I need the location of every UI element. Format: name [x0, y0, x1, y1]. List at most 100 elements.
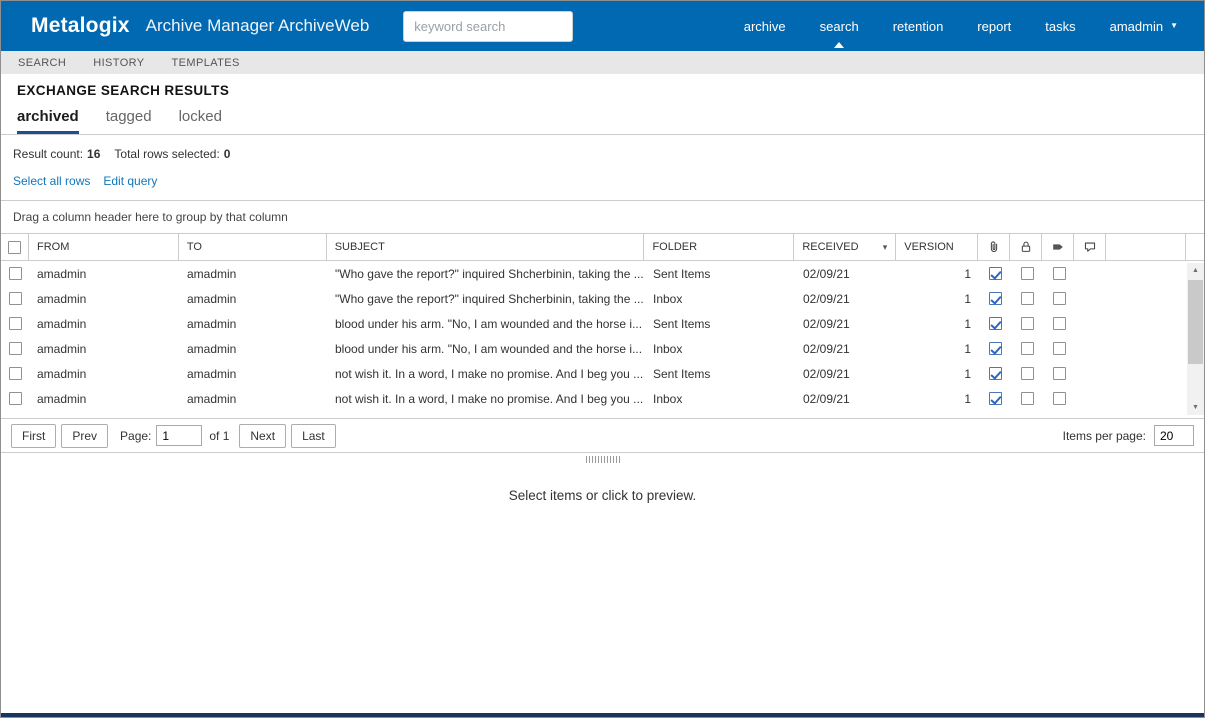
pagination-bar: First Prev Page: of 1 Next Last Items pe… [1, 419, 1204, 453]
row-checkbox[interactable] [8, 392, 22, 405]
column-header-folder[interactable]: FOLDER [644, 234, 795, 260]
lock-checkbox[interactable] [1020, 367, 1034, 380]
preview-placeholder: Select items or click to preview. [508, 488, 697, 503]
tag-icon [1052, 244, 1063, 250]
tab-archived[interactable]: archived [17, 108, 79, 134]
table-row[interactable]: amadmin amadmin not wish it. In a word, … [1, 361, 1204, 386]
table-row[interactable]: amadmin amadmin blood under his arm. "No… [1, 311, 1204, 336]
nav-item-tasks[interactable]: tasks [1043, 13, 1077, 40]
cell-to: amadmin [187, 366, 237, 381]
preview-pane: Select items or click to preview. [1, 466, 1204, 717]
tag-checkbox[interactable] [1052, 292, 1066, 305]
cell-subject: not wish it. In a word, I make no promis… [335, 366, 644, 381]
column-header-version[interactable]: VERSION [896, 234, 979, 260]
results-summary: Result count: 16 Total rows selected: 0 Se… [1, 135, 1204, 201]
nav-item-archive[interactable]: archive [742, 13, 788, 40]
cell-received: 02/09/21 [803, 341, 850, 356]
select-all-checkbox[interactable] [7, 240, 21, 254]
column-header-received[interactable]: RECEIVED ▾ [794, 234, 897, 260]
sub-navigation: SEARCH HISTORY TEMPLATES [1, 51, 1204, 74]
row-checkbox[interactable] [8, 367, 22, 380]
cell-to: amadmin [187, 341, 237, 356]
scrollbar-up-arrow-icon[interactable]: ▲ [1187, 263, 1204, 278]
splitter-handle[interactable] [585, 456, 620, 463]
attachment-checkbox[interactable] [988, 367, 1002, 380]
cell-folder: Sent Items [653, 266, 711, 281]
column-header-from[interactable]: FROM [29, 234, 179, 260]
lock-checkbox[interactable] [1020, 292, 1034, 305]
cell-from: amadmin [37, 291, 87, 306]
scrollbar-down-arrow-icon[interactable]: ▼ [1187, 400, 1204, 415]
table-body: amadmin amadmin "Who gave the report?" i… [1, 261, 1204, 419]
page-number-input[interactable] [156, 425, 203, 446]
cell-subject: "Who gave the report?" inquired Shcherbi… [335, 291, 644, 306]
cell-subject: blood under his arm. "No, I am wounded a… [335, 316, 643, 331]
received-filter-caret-icon[interactable]: ▾ [883, 242, 888, 253]
cell-from: amadmin [37, 391, 87, 406]
row-checkbox[interactable] [8, 267, 22, 280]
tag-checkbox[interactable] [1052, 317, 1066, 330]
keyword-search-input[interactable] [403, 10, 574, 42]
window-bottom-border [1, 713, 1204, 717]
tag-checkbox[interactable] [1052, 267, 1066, 280]
lock-icon [1021, 241, 1030, 252]
select-all-rows-link[interactable]: Select all rows [13, 174, 90, 188]
result-count-value: 16 [87, 147, 101, 161]
nav-item-retention[interactable]: retention [891, 13, 946, 40]
lock-checkbox[interactable] [1020, 342, 1034, 355]
rows-selected-value: 0 [223, 147, 231, 161]
subnav-item-templates[interactable]: TEMPLATES [172, 57, 240, 69]
vertical-scrollbar[interactable]: ▲ ▼ [1187, 263, 1204, 415]
cell-folder: Inbox [653, 341, 683, 356]
user-menu[interactable]: amadmin ▼ [1108, 13, 1180, 40]
attachment-checkbox[interactable] [988, 342, 1002, 355]
attachment-checkbox[interactable] [988, 392, 1002, 405]
table-row[interactable]: amadmin amadmin blood under his arm. "No… [1, 336, 1204, 361]
nav-item-search[interactable]: search [818, 13, 861, 48]
subnav-item-history[interactable]: HISTORY [93, 57, 144, 69]
row-checkbox[interactable] [8, 317, 22, 330]
first-page-button[interactable]: First [11, 423, 57, 448]
tag-checkbox[interactable] [1052, 392, 1066, 405]
column-header-lock[interactable] [1010, 234, 1043, 260]
scrollbar-thumb[interactable] [1188, 280, 1203, 364]
subnav-item-search[interactable]: SEARCH [18, 57, 66, 69]
column-header-comment[interactable] [1074, 234, 1107, 260]
column-header-to[interactable]: TO [179, 234, 327, 260]
group-by-drop-zone[interactable]: Drag a column header here to group by th… [1, 201, 1204, 234]
column-header-tag[interactable] [1042, 234, 1075, 260]
cell-received: 02/09/21 [803, 291, 850, 306]
cell-subject: blood under his arm. "No, I am wounded a… [335, 341, 643, 356]
cell-subject: "Who gave the report?" inquired Shcherbi… [335, 266, 644, 281]
table-row[interactable]: amadmin amadmin not wish it. In a word, … [1, 386, 1204, 411]
tab-tagged[interactable]: tagged [106, 108, 152, 134]
column-header-attachment[interactable] [978, 234, 1011, 260]
lock-checkbox[interactable] [1020, 267, 1034, 280]
result-tabs: archived tagged locked [1, 100, 1204, 135]
cell-to: amadmin [187, 291, 237, 306]
tag-checkbox[interactable] [1052, 342, 1066, 355]
lock-checkbox[interactable] [1020, 317, 1034, 330]
prev-page-button[interactable]: Prev [61, 423, 109, 448]
header-gap [1186, 234, 1204, 260]
table-row[interactable]: amadmin amadmin "Who gave the report?" i… [1, 261, 1204, 286]
tab-locked[interactable]: locked [179, 108, 222, 134]
cell-received: 02/09/21 [803, 316, 850, 331]
table-row[interactable]: amadmin amadmin "Who gave the report?" i… [1, 286, 1204, 311]
tag-checkbox[interactable] [1052, 367, 1066, 380]
last-page-button[interactable]: Last [291, 423, 336, 448]
next-page-button[interactable]: Next [239, 423, 287, 448]
column-header-subject[interactable]: SUBJECT [327, 234, 645, 260]
lock-checkbox[interactable] [1020, 392, 1034, 405]
nav-item-report[interactable]: report [975, 13, 1013, 40]
edit-query-link[interactable]: Edit query [103, 174, 157, 188]
attachment-checkbox[interactable] [988, 292, 1002, 305]
row-checkbox[interactable] [8, 292, 22, 305]
cell-folder: Inbox [653, 391, 683, 406]
row-checkbox[interactable] [8, 342, 22, 355]
cell-folder: Sent Items [653, 366, 711, 381]
keyword-search [403, 10, 574, 42]
attachment-checkbox[interactable] [988, 317, 1002, 330]
attachment-checkbox[interactable] [988, 267, 1002, 280]
items-per-page-input[interactable] [1154, 425, 1194, 446]
